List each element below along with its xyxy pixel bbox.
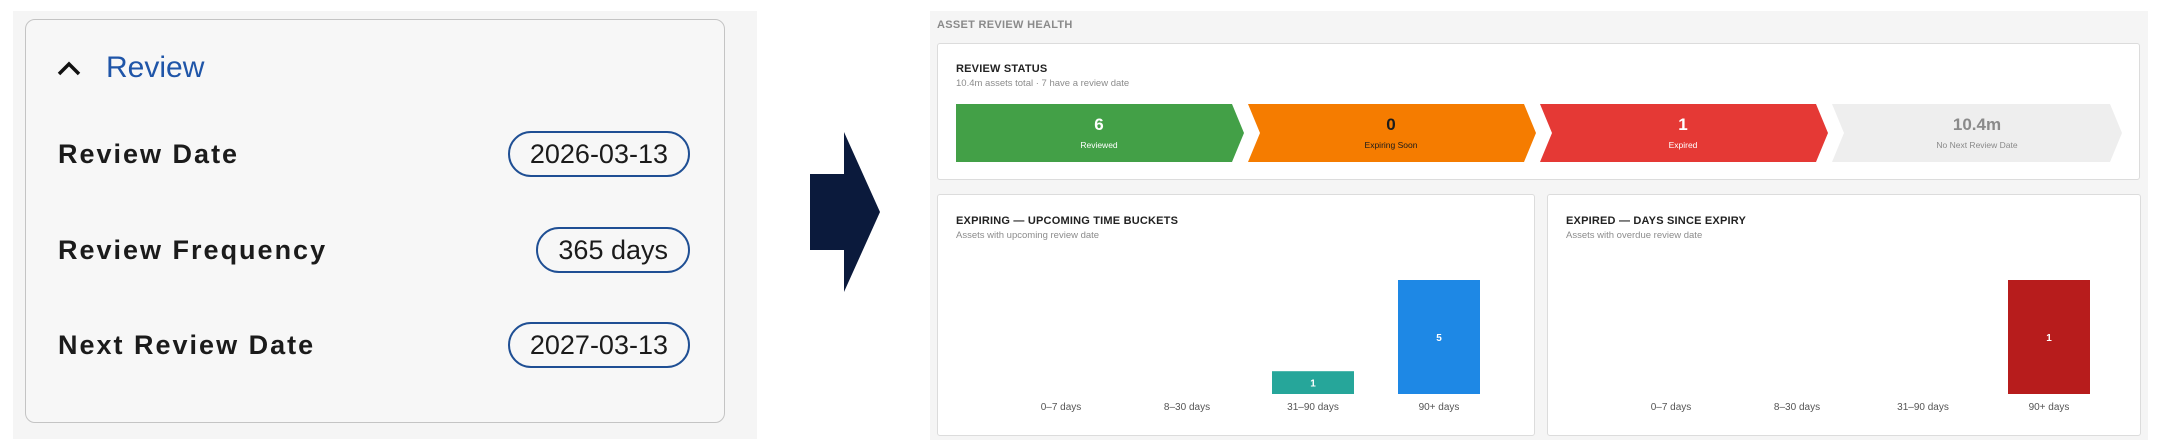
status-segment-expiring-soon[interactable]: 0 Expiring Soon (1248, 104, 1534, 162)
expiring-bar-chart: 0–7 days 8–30 days 1 31–90 days 5 90+ days (1041, 280, 1480, 413)
expired-x-label-2: 8–30 days (1774, 402, 1820, 413)
review-section-title[interactable]: Review (106, 51, 204, 85)
review-frequency-value[interactable]: 365 days (536, 227, 690, 273)
right-arrow-icon (810, 132, 880, 292)
reviewed-label: Reviewed (1080, 140, 1118, 150)
expiring-x-label-3: 31–90 days (1287, 402, 1339, 413)
expiring-bar-value-4: 5 (1436, 333, 1442, 344)
expired-bar-chart: 0–7 days 8–30 days 31–90 days 1 90+ days (1651, 280, 2090, 413)
next-review-date-value[interactable]: 2027-03-13 (507, 322, 690, 368)
reviewed-count: 6 (1094, 115, 1104, 134)
dashboard-title: ASSET REVIEW HEALTH (937, 19, 1073, 31)
expired-label: Expired (1668, 140, 1698, 150)
review-status-panel: REVIEW STATUS 10.4m assets total · 7 hav… (937, 43, 2140, 180)
expiring-soon-label: Expiring Soon (1364, 140, 1418, 150)
expiring-soon-count: 0 (1386, 115, 1396, 134)
no-next-review-label: No Next Review Date (1936, 140, 2018, 150)
expiring-x-label-1: 0–7 days (1041, 402, 1082, 413)
expired-count: 1 (1678, 115, 1688, 134)
expiring-x-label-2: 8–30 days (1164, 402, 1210, 413)
expired-bar-value-4: 1 (2046, 333, 2052, 344)
review-section-header[interactable]: Review (56, 48, 204, 88)
status-segment-expired[interactable]: 1 Expired (1540, 104, 1826, 162)
review-date-label: Review Date (58, 138, 240, 169)
chevron-up-icon[interactable] (56, 55, 82, 81)
review-date-value[interactable]: 2026-03-13 (507, 131, 690, 177)
no-next-review-count: 10.4m (1952, 115, 2002, 134)
status-segment-no-next-review[interactable]: 10.4m No Next Review Date (1832, 104, 2122, 162)
review-frequency-row: Review Frequency 365 days (58, 226, 690, 274)
expiring-x-label-4: 90+ days (1419, 402, 1460, 413)
review-card: Review Review Date 2026-03-13 Review Fre… (25, 19, 725, 423)
expired-x-label-4: 90+ days (2029, 402, 2070, 413)
expired-chart-panel: EXPIRED — DAYS SINCE EXPIRY Assets with … (1547, 194, 2141, 436)
expiring-bar-value-3: 1 (1310, 379, 1316, 390)
next-review-date-row: Next Review Date 2027-03-13 (58, 321, 690, 369)
next-review-date-label: Next Review Date (58, 329, 316, 360)
status-segment-reviewed[interactable]: 6 Reviewed (956, 104, 1242, 162)
expiring-chart-panel: EXPIRING — UPCOMING TIME BUCKETS Assets … (937, 194, 1535, 436)
expired-x-label-1: 0–7 days (1651, 402, 1692, 413)
expired-x-label-3: 31–90 days (1897, 402, 1949, 413)
review-frequency-label: Review Frequency (58, 234, 328, 265)
review-date-row: Review Date 2026-03-13 (58, 130, 690, 178)
